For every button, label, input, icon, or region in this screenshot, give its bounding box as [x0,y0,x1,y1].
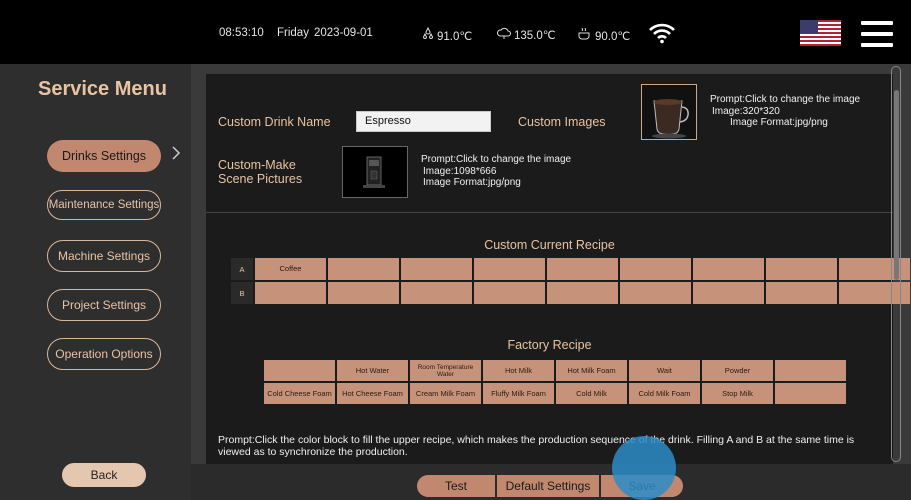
recipe-cell[interactable] [474,282,545,304]
recipe-cell[interactable] [547,258,618,280]
coffee-cup-icon [652,99,689,139]
recipe-cell[interactable]: Coffee [255,258,326,280]
factory-ingredient-cell[interactable]: Room Temperature Water [410,360,481,381]
water-drops-icon [422,26,434,43]
temp2-value: 135.0℃ [514,30,556,42]
factory-ingredient-cell[interactable]: Wait [629,360,700,381]
back-button[interactable]: Back [62,463,146,487]
recipe-cell[interactable] [766,282,837,304]
sidebar-item-project-settings[interactable]: Project Settings [47,289,161,321]
factory-ingredient-cell[interactable]: Cold Milk [556,383,627,404]
factory-ingredient-cell[interactable]: Hot Water [337,360,408,381]
custom-images-label: Custom Images [518,115,606,129]
weekday: Friday [277,27,309,39]
factory-ingredient-cell[interactable]: Fluffy Milk Foam [483,383,554,404]
recipe-cell[interactable] [401,282,472,304]
factory-ingredient-cell[interactable] [775,360,846,381]
sidebar-item-drinks-settings[interactable]: Drinks Settings [47,140,161,172]
recipe-cell[interactable] [255,282,326,304]
factory-recipe-grid: Hot Water Room Temperature Water Hot Mil… [264,360,846,404]
wifi-icon [648,22,676,44]
menu-icon[interactable] [861,21,893,47]
custom-drink-name-input[interactable]: Espresso [356,111,491,132]
scene-picture-prompt: Prompt:Click to change the image Image:1… [421,154,572,188]
recipe-cell[interactable] [620,258,691,280]
default-settings-button[interactable]: Default Settings [497,475,599,497]
current-recipe-grid: A Coffee B [231,258,910,304]
sidebar-item-machine-settings[interactable]: Machine Settings [47,240,161,272]
status-bar: 08:53:10 Friday 2023-09-01 91.0℃ 135.0℃ … [0,0,911,64]
recipe-cell[interactable] [693,282,764,304]
factory-recipe-title: Factory Recipe [507,338,592,352]
factory-ingredient-cell[interactable]: Cream Milk Foam [410,383,481,404]
sidebar: Service Menu Drinks Settings Maintenance… [0,64,191,500]
factory-ingredient-cell[interactable]: Hot Milk [483,360,554,381]
recipe-cell[interactable] [693,258,764,280]
sidebar-title: Service Menu [38,78,167,100]
machine-scene-icon [363,156,385,188]
scene-pictures-label: Custom-Make Scene Pictures [218,158,303,186]
recipe-row-label-a: A [231,258,253,280]
main-panel: Custom Drink Name Espresso Custom Images… [191,64,911,464]
temp1-value: 91.0℃ [437,31,473,43]
custom-image-thumbnail[interactable] [641,84,697,140]
factory-ingredient-cell[interactable]: Cold Milk Foam [629,383,700,404]
sidebar-item-operation-options[interactable]: Operation Options [47,338,161,370]
recipe-cell[interactable] [474,258,545,280]
recipe-row-label-b: B [231,282,253,304]
sidebar-item-maintenance-settings[interactable]: Maintenance Settings [47,190,161,220]
recipe-cell[interactable] [547,282,618,304]
cup-temp-readout: 90.0℃ [578,27,630,43]
recipe-cell[interactable] [620,282,691,304]
factory-ingredient-cell[interactable] [264,360,335,381]
hot-cup-icon [578,27,592,43]
action-bar: Test Default Settings Save [191,464,911,500]
clock-time: 08:53:10 [219,27,264,39]
custom-image-prompt: Prompt:Click to change the image Image:3… [710,94,861,128]
scene-picture-thumbnail[interactable] [342,146,408,198]
temp3-value: 90.0℃ [595,31,631,43]
steam-temp-readout: 135.0℃ [496,27,556,42]
custom-current-recipe-title: Custom Current Recipe [484,238,615,252]
drink-settings-card: Custom Drink Name Espresso Custom Images… [206,74,910,464]
cloud-icon [496,27,511,42]
factory-ingredient-cell[interactable]: Hot Cheese Foam [337,383,408,404]
factory-ingredient-cell[interactable]: Stop Milk [702,383,773,404]
factory-ingredient-cell[interactable] [775,383,846,404]
us-flag-icon[interactable] [800,20,841,46]
factory-ingredient-cell[interactable]: Hot Milk Foam [556,360,627,381]
factory-ingredient-cell[interactable]: Powder [702,360,773,381]
recipe-cell[interactable] [328,258,399,280]
scrollbar-thumb[interactable] [894,90,899,280]
test-button[interactable]: Test [417,475,495,497]
date: 2023-09-01 [314,27,373,39]
divider [206,212,893,213]
water-temp-readout: 91.0℃ [422,26,473,43]
recipe-instructions: Prompt:Click the color block to fill the… [218,434,855,458]
chevron-right-icon [171,146,181,160]
recipe-cell[interactable] [766,258,837,280]
custom-drink-name-label: Custom Drink Name [218,115,331,129]
factory-ingredient-cell[interactable]: Cold Cheese Foam [264,383,335,404]
recipe-cell[interactable] [328,282,399,304]
recipe-cell[interactable] [401,258,472,280]
touch-ripple [612,436,676,500]
